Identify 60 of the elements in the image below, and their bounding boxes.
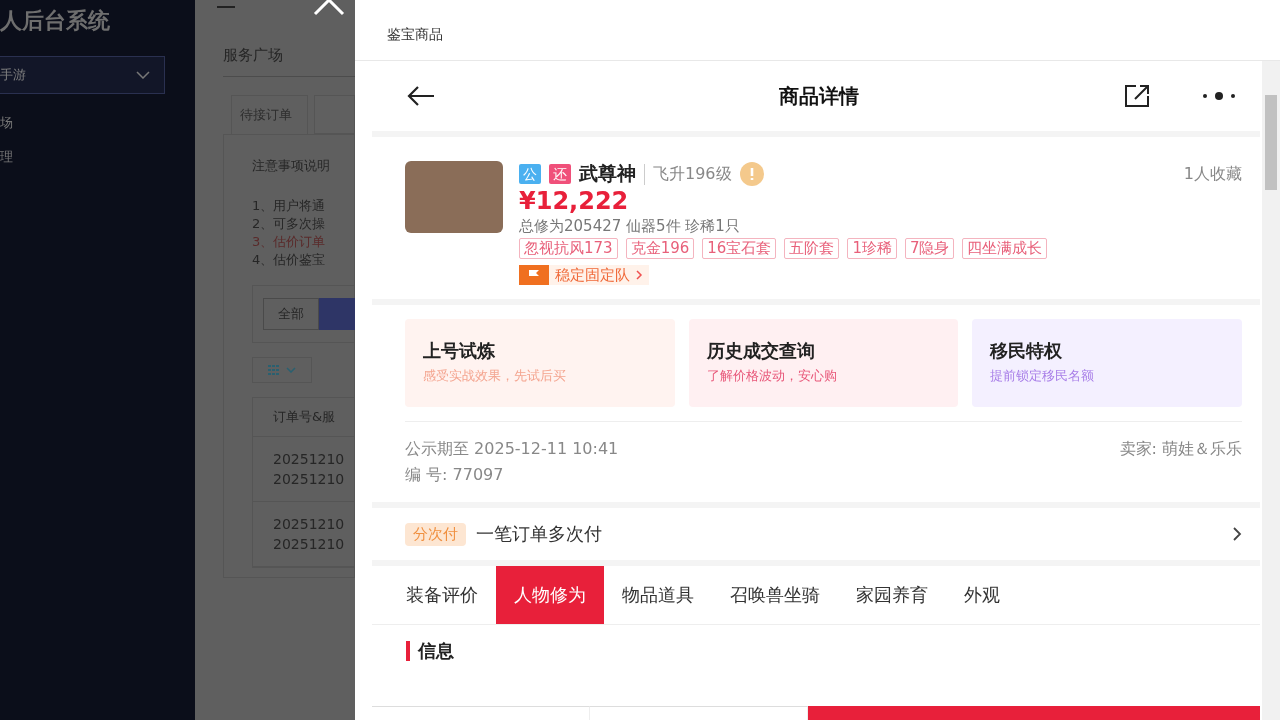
promo-title: 历史成交查询 <box>706 339 816 363</box>
installment-row[interactable]: 分次付 一笔订单多次付 <box>372 508 1260 560</box>
info-icon[interactable] <box>739 162 764 186</box>
seller: 卖家: 萌娃＆乐乐 <box>1119 438 1242 460</box>
table-cell-text: 20251210 <box>273 450 346 469</box>
tab[interactable]: 物品道具 <box>604 566 712 624</box>
promo-subtitle: 了解价格波动，安心购 <box>706 367 838 385</box>
promo-card[interactable]: 移民特权 提前锁定移民名额 <box>972 319 1242 407</box>
close-icon[interactable] <box>313 0 345 16</box>
page-title: 商品详情 <box>778 82 860 110</box>
promo-title: 上号试炼 <box>423 339 496 363</box>
public-period: 公示期至 2025-12-11 10:41 <box>405 438 619 460</box>
promo-title: 移民特权 <box>990 339 1064 363</box>
more-icon[interactable] <box>1202 92 1236 100</box>
game-select[interactable]: 手游 <box>0 56 165 94</box>
flag-icon <box>519 265 549 285</box>
tag: 7隐身 <box>904 238 955 259</box>
tab[interactable] <box>313 95 355 134</box>
role-name: 武尊神 <box>579 161 636 186</box>
column-settings-button[interactable] <box>252 357 312 383</box>
installment-text: 一笔订单多次付 <box>476 522 603 546</box>
back-arrow-icon[interactable] <box>406 85 436 107</box>
tag: 16宝石套 <box>702 238 777 259</box>
promo-card[interactable]: 历史成交查询 了解价格波动，安心购 <box>688 319 959 407</box>
installment-badge: 分次付 <box>405 522 466 546</box>
chevron-right-icon <box>636 270 643 280</box>
promo-subtitle: 提前锁定移民名额 <box>990 367 1096 385</box>
favorites-count: 1人收藏 <box>1183 163 1242 185</box>
promo-card[interactable]: 上号试炼 感受实战效果，先试后买 <box>405 319 675 407</box>
tag: 忽视抗风173 <box>519 238 618 259</box>
price: ¥12,222 <box>519 187 630 215</box>
sidebar-item[interactable]: 理 <box>0 148 195 162</box>
buy-button[interactable] <box>808 706 1260 720</box>
tag: 五阶套 <box>784 238 840 259</box>
tag: 克金196 <box>625 238 695 259</box>
promo-subtitle: 感受实战效果，先试后买 <box>423 367 567 385</box>
role-level: 飞升196级 <box>644 163 732 185</box>
badge: 公 <box>519 164 541 184</box>
chevron-down-icon <box>286 367 296 373</box>
tab[interactable]: 召唤兽坐骑 <box>712 566 838 624</box>
badge: 还 <box>549 164 571 184</box>
role-stats: 总修为205427 仙器5件 珍稀1只 <box>519 217 741 236</box>
system-title: 人后台系统 <box>0 7 111 35</box>
table-cell-text: 20251210 <box>273 470 346 489</box>
tag: 1珍稀 <box>847 238 897 259</box>
share-icon[interactable] <box>1122 83 1152 109</box>
tab[interactable]: 人物修为 <box>496 566 604 624</box>
sidebar-item[interactable]: 场 <box>0 114 195 128</box>
tab[interactable]: 家园养育 <box>838 566 946 624</box>
table-cell-text: 20251210 <box>273 535 346 554</box>
tab[interactable]: 装备评价 <box>388 566 496 624</box>
chevron-down-icon <box>136 71 150 79</box>
filter-button[interactable] <box>319 298 355 330</box>
tab[interactable]: 外观 <box>946 566 1018 624</box>
tag: 四坐满成长 <box>962 238 1048 259</box>
grid-icon <box>268 365 280 375</box>
scrollbar[interactable] <box>1262 61 1280 720</box>
chevron-right-icon <box>1232 526 1242 542</box>
table-cell-text: 20251210 <box>273 515 346 534</box>
serial-number: 编 号: 77097 <box>405 464 504 486</box>
